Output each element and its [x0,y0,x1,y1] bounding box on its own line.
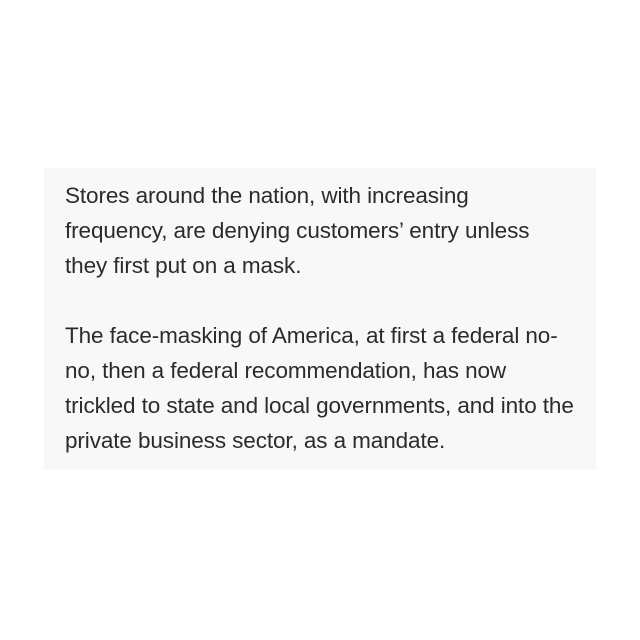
page: Stores around the nation, with increasin… [0,0,640,640]
quote-card: Stores around the nation, with increasin… [44,168,596,470]
paragraph-1: Stores around the nation, with increasin… [65,183,530,278]
paragraph-2: The face-masking of America, at first a … [65,323,574,453]
